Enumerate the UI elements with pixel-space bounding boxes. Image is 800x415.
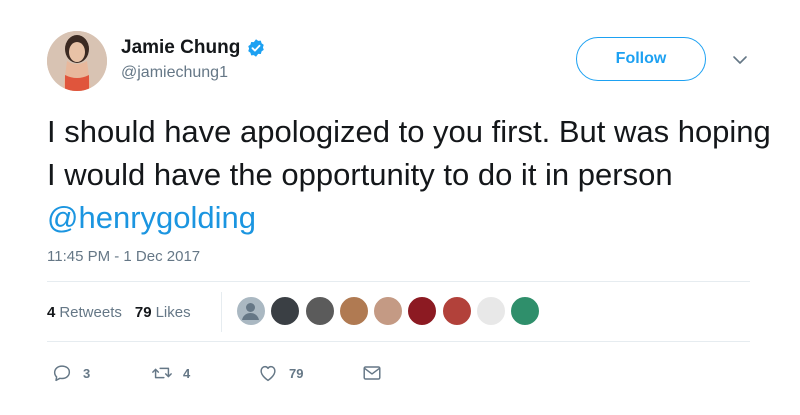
default-avatar-icon[interactable] — [236, 296, 266, 326]
user-avatar-icon[interactable] — [407, 296, 438, 326]
mention-link[interactable]: @henrygolding — [47, 200, 256, 235]
like-count: 79 — [289, 365, 304, 381]
liker-avatars — [236, 296, 545, 326]
likes-stat[interactable]: 79 Likes — [135, 304, 191, 321]
tweet-body: I should have apologized to you first. B… — [47, 114, 771, 192]
reply-count: 3 — [83, 365, 91, 381]
retweet-icon — [152, 367, 172, 379]
reply-icon — [53, 365, 71, 382]
envelope-icon — [363, 366, 381, 380]
user-avatar-icon[interactable] — [510, 296, 541, 326]
retweet-button[interactable]: 4 — [151, 362, 257, 384]
retweets-stat[interactable]: 4 Retweets — [47, 304, 122, 321]
verified-badge-icon — [248, 39, 265, 57]
retweets-label: Retweets — [59, 303, 122, 321]
retweet-count: 4 — [183, 365, 191, 381]
tweet-actions: 3 4 79 — [51, 362, 383, 384]
user-avatar-icon[interactable] — [338, 296, 369, 326]
user-avatar-icon[interactable] — [373, 296, 404, 326]
author-name[interactable]: Jamie Chung — [121, 37, 240, 59]
user-avatar-icon[interactable] — [304, 296, 335, 326]
reply-button[interactable]: 3 — [51, 362, 151, 384]
author-name-row: Jamie Chung — [121, 36, 266, 60]
divider-bottom — [47, 341, 750, 342]
likes-label: Likes — [155, 303, 191, 321]
tweet-text: I should have apologized to you first. B… — [47, 110, 777, 239]
user-avatar-icon[interactable] — [476, 296, 507, 326]
author-handle[interactable]: @jamiechung1 — [121, 64, 228, 82]
stats-separator — [221, 292, 222, 332]
likes-count: 79 — [134, 303, 152, 321]
retweets-count: 4 — [47, 303, 56, 321]
user-avatar-icon[interactable] — [270, 296, 301, 326]
like-button[interactable]: 79 — [257, 362, 361, 384]
chevron-down-icon[interactable] — [732, 54, 748, 66]
author-photo-icon — [47, 31, 107, 91]
follow-button[interactable]: Follow — [576, 37, 706, 81]
author-avatar[interactable] — [47, 31, 107, 91]
heart-icon — [260, 365, 276, 382]
divider-top — [47, 281, 750, 282]
direct-message-button[interactable] — [361, 362, 383, 384]
tweet-timestamp[interactable]: 11:45 PM - 1 Dec 2017 — [47, 248, 200, 265]
user-avatar-icon[interactable] — [441, 296, 472, 326]
tweet-stats: 4 Retweets 79 Likes — [47, 300, 191, 324]
